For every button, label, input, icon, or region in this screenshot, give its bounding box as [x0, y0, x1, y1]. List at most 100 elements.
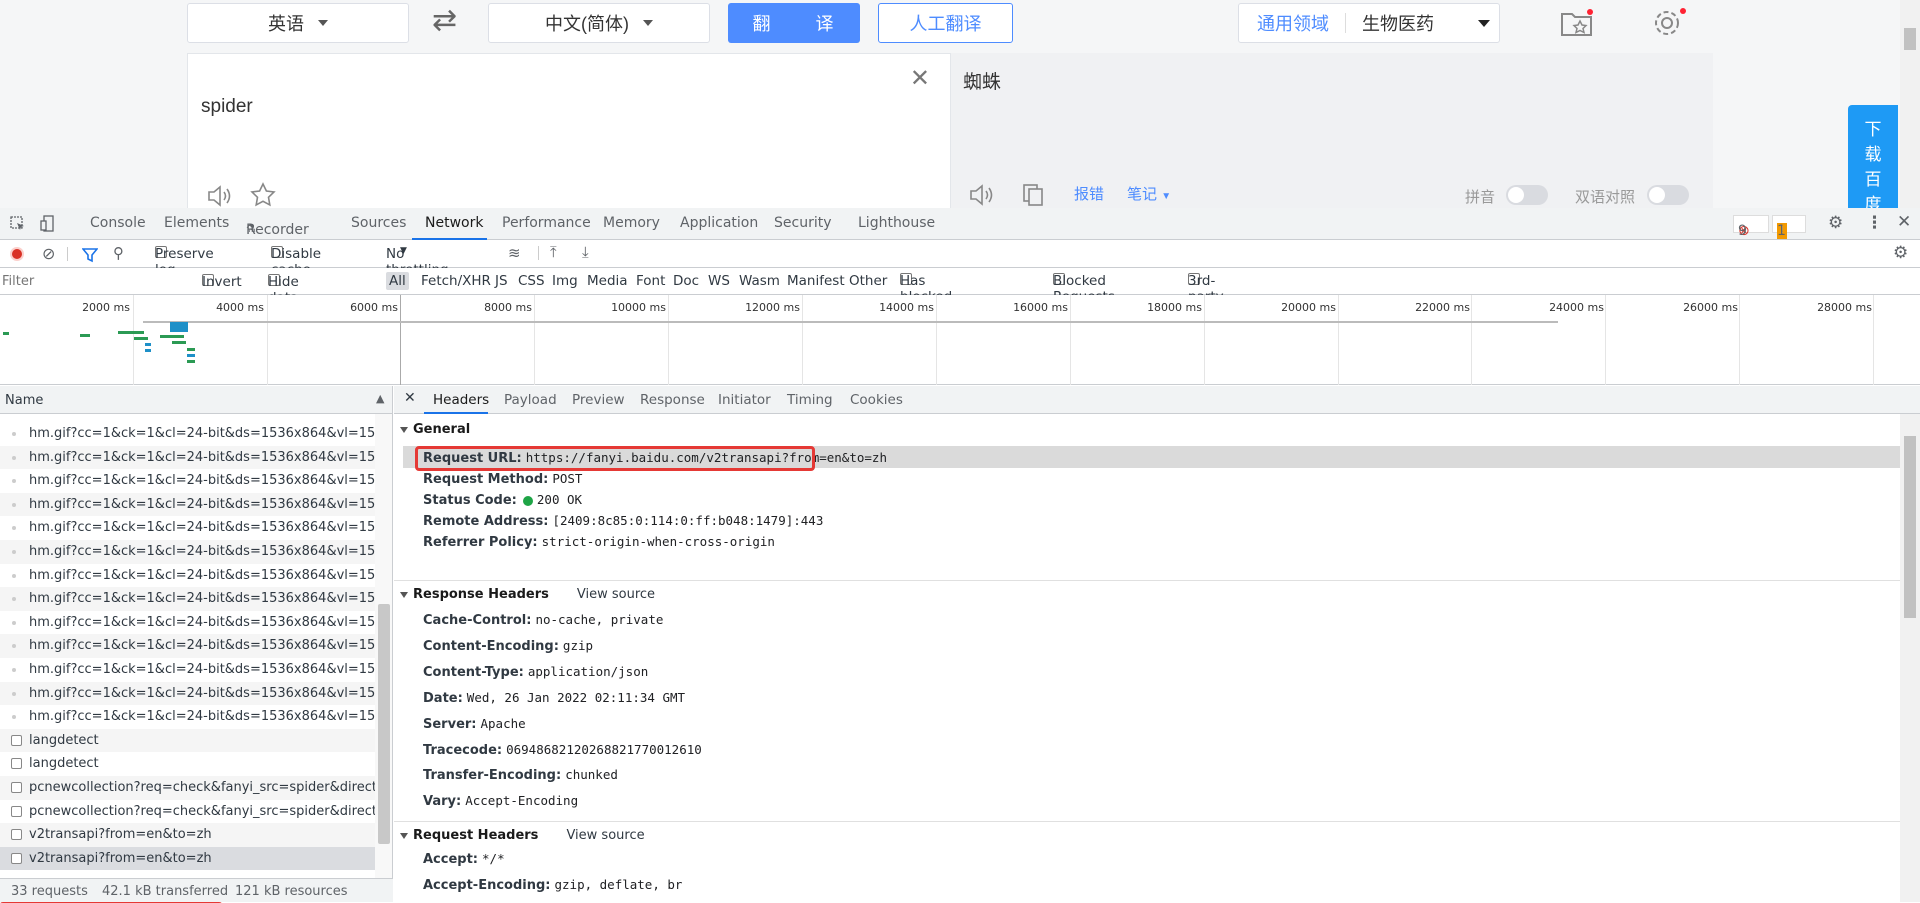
response-headers-section-header[interactable]: Response Headers View source — [394, 583, 1900, 607]
source-text-area[interactable]: spider ✕ — [187, 53, 951, 208]
tab-memory[interactable]: Memory — [603, 215, 660, 231]
domain-select[interactable]: 通用领域 生物医药 — [1238, 3, 1500, 43]
speaker-icon[interactable] — [968, 183, 996, 207]
request-list-scrollbar[interactable] — [375, 414, 392, 878]
request-row[interactable]: hm.gif?cc=1&ck=1&cl=24-bit&ds=1536x864&v… — [0, 634, 375, 658]
tab-payload[interactable]: Payload — [504, 392, 557, 408]
request-row[interactable]: hm.gif?cc=1&ck=1&cl=24-bit&ds=1536x864&v… — [0, 564, 375, 588]
tab-application[interactable]: Application — [680, 215, 758, 231]
tab-sources[interactable]: Sources — [351, 215, 406, 231]
close-devtools-icon[interactable]: ✕ — [1897, 212, 1911, 232]
tab-elements[interactable]: Elements — [164, 215, 229, 231]
type-filter-ws[interactable]: WS — [708, 273, 730, 289]
general-section-header[interactable]: General — [394, 418, 1900, 442]
clear-icon[interactable]: ✕ — [910, 64, 930, 93]
tab-network[interactable]: Network — [425, 215, 483, 231]
request-row[interactable]: hm.gif?cc=1&ck=1&cl=24-bit&ds=1536x864&v… — [0, 445, 375, 470]
bilingual-toggle[interactable] — [1647, 185, 1689, 205]
tab-cookies[interactable]: Cookies — [850, 392, 903, 408]
sort-up-icon[interactable]: ▲ — [376, 392, 384, 405]
search-icon[interactable]: ⚲ — [113, 244, 124, 262]
request-row[interactable]: pcnewcollection?req=check&fanyi_src=spid… — [0, 800, 375, 824]
warning-count-badge[interactable]: ! 1 — [1772, 215, 1806, 239]
device-toolbar-icon[interactable] — [40, 215, 56, 233]
tab-initiator[interactable]: Initiator — [718, 392, 771, 408]
tab-console[interactable]: Console — [90, 215, 146, 231]
human-translation-button[interactable]: 人工翻译 — [878, 3, 1013, 43]
request-row[interactable]: hm.gif?cc=1&ck=1&cl=24-bit&ds=1536x864&v… — [0, 469, 375, 493]
target-language-select[interactable]: 中文(简体) — [488, 3, 710, 43]
request-row[interactable]: hm.gif?cc=1&ck=1&cl=24-bit&ds=1536x864&v… — [0, 658, 375, 682]
view-source-link[interactable]: View source — [566, 828, 644, 843]
notes-dropdown[interactable]: 笔记 ▼ — [1127, 183, 1171, 204]
tab-timing[interactable]: Timing — [787, 392, 833, 408]
type-filter-media[interactable]: Media — [587, 273, 628, 289]
request-row[interactable]: langdetect — [0, 752, 375, 776]
request-row[interactable]: hm.gif?cc=1&ck=1&cl=24-bit&ds=1536x864&v… — [0, 587, 375, 611]
devtools-tab-bar: Console Elements Recorder ⚗ Sources Netw… — [0, 208, 1920, 240]
type-filter-font[interactable]: Font — [636, 273, 665, 289]
star-icon[interactable] — [250, 182, 276, 208]
request-headers-section-header[interactable]: Request Headers View source — [394, 824, 1900, 848]
type-filter-fetch-xhr[interactable]: Fetch/XHR — [421, 273, 491, 289]
clear-icon[interactable]: ⊘ — [42, 244, 55, 263]
request-row[interactable]: hm.gif?cc=1&ck=1&cl=24-bit&ds=1536x864&v… — [0, 611, 375, 635]
request-row[interactable]: hm.gif?cc=1&ck=1&cl=24-bit&ds=1536x864&v… — [0, 540, 375, 564]
request-row[interactable]: hm.gif?cc=1&ck=1&cl=24-bit&ds=1536x864&v… — [0, 422, 375, 446]
request-row[interactable]: hm.gif?cc=1&ck=1&cl=24-bit&ds=1536x864&v… — [0, 705, 375, 729]
tab-preview[interactable]: Preview — [572, 392, 625, 408]
tab-response[interactable]: Response — [640, 392, 705, 408]
error-count-badge[interactable]: ⊗ 9 — [1733, 215, 1769, 239]
type-filter-wasm[interactable]: Wasm — [739, 273, 780, 289]
filter-input[interactable] — [2, 271, 190, 291]
tab-lighthouse[interactable]: Lighthouse — [858, 215, 935, 231]
scrollbar-thumb[interactable] — [378, 604, 390, 844]
details-scrollbar[interactable] — [1900, 414, 1920, 902]
report-error-link[interactable]: 报错 — [1074, 183, 1104, 204]
tab-performance[interactable]: Performance — [502, 215, 591, 231]
tab-security[interactable]: Security — [774, 215, 832, 231]
request-row[interactable]: v2transapi?from=en&to=zh — [0, 823, 375, 847]
page-scrollbar[interactable] — [1900, 0, 1920, 208]
request-row[interactable]: hm.gif?cc=1&ck=1&cl=24-bit&ds=1536x864&v… — [0, 681, 375, 706]
export-har-icon[interactable]: ⤓ — [582, 243, 589, 261]
type-filter-manifest[interactable]: Manifest — [787, 273, 845, 289]
scrollbar-thumb[interactable] — [1904, 436, 1916, 618]
type-filter-img[interactable]: Img — [552, 273, 578, 289]
swap-languages-icon[interactable]: ⇄ — [432, 6, 457, 36]
type-filter-doc[interactable]: Doc — [673, 273, 699, 289]
request-row[interactable]: hm.gif?cc=1&ck=1&cl=24-bit&ds=1536x864&v… — [0, 492, 375, 517]
request-row[interactable]: v2transapi?from=en&to=zh — [0, 846, 375, 871]
settings-gear-icon[interactable] — [1652, 8, 1682, 38]
request-row[interactable]: hm.gif?cc=1&ck=1&cl=24-bit&ds=1536x864&v… — [0, 516, 375, 540]
tab-headers[interactable]: Headers — [433, 392, 489, 408]
request-row[interactable]: pcnewcollection?req=check&fanyi_src=spid… — [0, 776, 375, 800]
network-conditions-icon[interactable]: ≋ — [508, 244, 521, 262]
type-filter-css[interactable]: CSS — [518, 273, 545, 289]
pinyin-toggle[interactable] — [1506, 185, 1548, 205]
more-options-icon[interactable]: ⋮ — [1866, 213, 1883, 233]
devtools-settings-icon[interactable]: ⚙ — [1828, 213, 1843, 233]
inspect-element-icon[interactable] — [10, 216, 26, 232]
type-filter-other[interactable]: Other — [849, 273, 887, 289]
type-filter-js[interactable]: JS — [495, 273, 508, 289]
request-row[interactable]: langdetect — [0, 728, 375, 753]
download-app-banner[interactable]: 下载百度 — [1848, 105, 1898, 208]
toolbar-divider — [67, 247, 68, 261]
request-bar — [134, 337, 148, 340]
scrollbar-thumb[interactable] — [1904, 28, 1916, 50]
speaker-icon[interactable] — [206, 184, 234, 208]
view-source-link[interactable]: View source — [577, 587, 655, 602]
record-button[interactable] — [10, 247, 24, 261]
network-overview-timeline[interactable]: 2000 ms 4000 ms 6000 ms 8000 ms 10000 ms… — [0, 295, 1920, 385]
translate-button[interactable]: 翻 译 — [728, 3, 860, 43]
source-text[interactable]: spider — [201, 96, 253, 118]
copy-icon[interactable] — [1021, 183, 1045, 207]
filter-icon[interactable] — [82, 247, 98, 263]
source-language-select[interactable]: 英语 — [187, 3, 409, 43]
network-settings-icon[interactable]: ⚙ — [1893, 243, 1908, 263]
close-details-icon[interactable]: ✕ — [404, 390, 416, 406]
import-har-icon[interactable]: ⤒ — [550, 243, 557, 261]
name-column-header[interactable]: Name — [5, 393, 43, 408]
type-filter-all[interactable]: All — [386, 272, 409, 290]
